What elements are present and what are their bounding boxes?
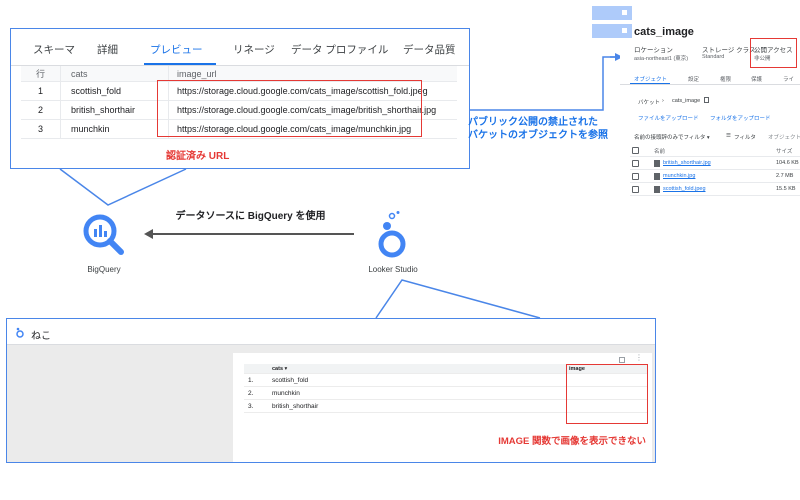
bucket-icon [592,6,632,40]
row-index: 3. [248,402,254,410]
object-name-link[interactable]: munchkin.jpg [663,173,695,179]
datasource-arrowhead [144,229,153,239]
object-size: 2.7 MB [776,173,794,179]
public-access-highlight [750,38,797,68]
copy-icon[interactable] [704,97,709,103]
header-image-url: image_url [177,68,217,79]
tab-preview[interactable]: プレビュー [150,42,203,57]
cloud-storage-panel: cats_image ロケーション asia-northeast1 (東京) ス… [592,0,800,206]
object-name-link[interactable]: scottish_fold.jpeg [663,186,706,192]
row-checkbox[interactable] [632,160,639,167]
object-name-link[interactable]: british_shorthair.jpg [663,160,711,166]
tab-schema[interactable]: スキーマ [33,42,75,57]
row-checkbox[interactable] [632,186,639,193]
tab-config[interactable]: 設定 [688,75,699,83]
header-index [248,364,268,373]
row-index: 2. [248,389,254,397]
row-index: 1. [248,376,254,384]
breadcrumb-current: cats_image [672,98,701,104]
looker-studio-logo-icon [378,211,406,258]
filter-label[interactable]: フィルタ [734,133,756,141]
object-size: 15.5 KB [776,186,796,192]
filter-icon[interactable]: ☰ [726,133,731,139]
tab-protection[interactable]: 保護 [751,75,762,83]
bigquery-logo-icon [83,214,124,255]
object-size: 104.6 KB [776,160,799,166]
storage-class-value: Standard [702,54,725,60]
list-item[interactable]: british_shorthair.jpg 104.6 KB [630,158,800,170]
authenticated-url-label: 認証済み URL [166,151,230,162]
sort-icon[interactable] [619,357,625,363]
image-file-icon [654,186,660,193]
upload-file-button[interactable]: ファイルをアップロード [638,114,699,122]
tab-data-quality[interactable]: データ品質 [403,42,456,57]
cats-cell: munchkin [272,389,300,397]
tab-objects[interactable]: オブジェクト [634,75,667,83]
tab-details[interactable]: 詳細 [97,42,118,57]
breadcrumb-separator: › [662,98,664,104]
prefix-filter-dropdown[interactable]: 名前の接頭辞のみでフィルタ ▾ [634,133,710,141]
cats-cell: british_shorthair [272,402,319,410]
more-options-icon[interactable]: ⋮ [635,353,643,362]
storage-class-label: ストレージ クラス [702,47,756,54]
bigquery-tab-bar: スキーマ 詳細 プレビュー リネージ データ プロファイル データ品質 [11,29,469,65]
row-number: 3 [21,120,61,138]
header-cats[interactable]: cats ▾ [272,364,562,373]
datasource-label: データソースに BigQuery を使用 [175,211,326,222]
list-item[interactable]: munchkin.jpg 2.7 MB [630,171,800,183]
report-header: ねこ [7,319,655,345]
header-row-number: 行 [21,66,61,81]
breadcrumb-root[interactable]: バケット [638,98,660,106]
bucket-name: cats_image [634,26,694,38]
header-name: 名前 [654,149,666,155]
row-number: 1 [21,82,61,100]
tab-permissions[interactable]: 権限 [720,75,731,83]
tab-divider [620,84,800,85]
report-title: ねこ [31,331,51,342]
looker-studio-small-icon [16,327,24,338]
ls-callout-tail [375,279,541,319]
header-cats: cats [61,66,169,81]
location-value: asia-northeast1 (東京) [634,56,689,62]
public-block-note: パブリック公開の禁止された バケットのオブジェクトを参照 [468,116,618,142]
bigquery-label: BigQuery [87,265,121,274]
header-size: サイズ [776,149,793,155]
image-error-label: IMAGE 関数で画像を表示できない [498,436,646,447]
location-label: ロケーション [634,47,673,54]
upload-folder-button[interactable]: フォルダをアップロード [710,114,771,122]
bq-callout-tail [59,168,187,206]
cats-cell: scottish_fold [61,82,169,100]
tab-lineage[interactable]: リネージ [233,42,275,57]
image-file-icon [654,173,660,180]
image-column-highlight [566,364,648,424]
row-checkbox[interactable] [632,173,639,180]
public-block-note-text: パブリック公開の禁止された バケットのオブジェクトを参照 [468,117,608,141]
cats-cell: scottish_fold [272,376,309,384]
tab-lifecycle[interactable]: ライ [783,75,794,83]
filter-objects-placeholder[interactable]: オブジェクト [768,133,800,141]
select-all-checkbox[interactable] [632,147,639,154]
image-file-icon [654,160,660,167]
cats-cell: british_shorthair [61,101,169,119]
list-item[interactable]: scottish_fold.jpeg 15.5 KB [630,184,800,196]
looker-studio-label: Looker Studio [368,265,418,274]
object-table-header: 名前 サイズ [630,145,800,157]
tab-data-profile[interactable]: データ プロファイル [291,42,388,57]
row-number: 2 [21,101,61,119]
authenticated-url-highlight [157,80,422,137]
cats-cell: munchkin [61,120,169,138]
